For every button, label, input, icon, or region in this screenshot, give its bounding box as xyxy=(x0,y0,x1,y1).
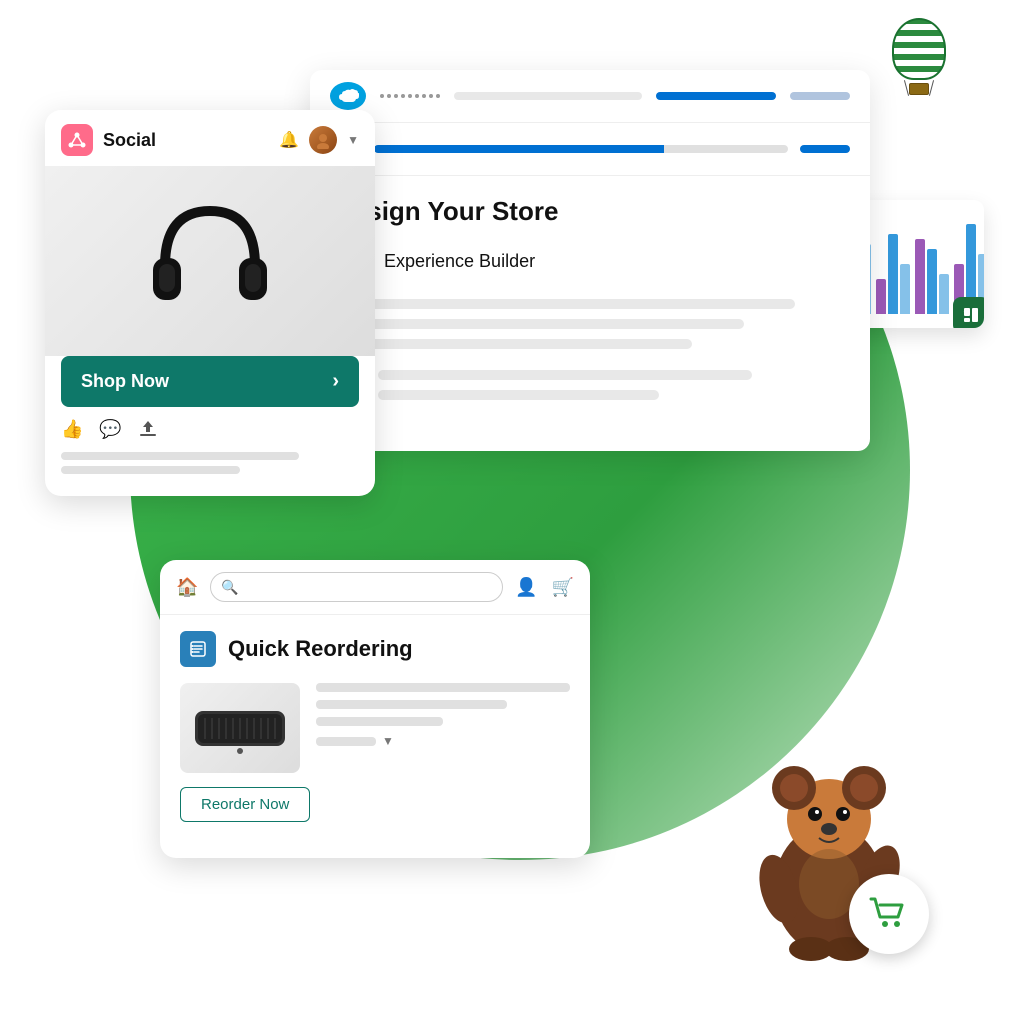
cart-icon[interactable]: 🛒 xyxy=(552,577,574,598)
design-your-store-title: Design Your Store xyxy=(334,196,846,227)
bar-light-blue xyxy=(939,274,949,314)
social-card-header: Social 🔔 ▼ xyxy=(45,110,375,166)
tab-highlight xyxy=(790,92,850,100)
balloon-rope-right xyxy=(929,80,934,96)
cart-badge xyxy=(849,874,929,954)
user-icon[interactable]: 👤 xyxy=(515,577,537,598)
content-line xyxy=(334,319,744,329)
shop-now-label: Shop Now xyxy=(81,371,169,392)
salesforce-cloud-icon xyxy=(330,82,366,110)
bell-icon[interactable]: 🔔 xyxy=(279,130,299,150)
shopping-cart-icon xyxy=(866,891,912,937)
content-line xyxy=(334,299,795,309)
avatar[interactable] xyxy=(309,126,337,154)
reorder-now-button[interactable]: Reorder Now xyxy=(180,787,310,822)
reorder-title: Quick Reordering xyxy=(228,636,413,662)
bar-blue xyxy=(888,234,898,314)
social-header-icons: 🔔 ▼ xyxy=(279,126,359,154)
product-line xyxy=(316,683,570,692)
content-lines xyxy=(334,299,846,349)
reorder-content: Quick Reordering xyxy=(160,615,590,838)
chart-feature-icon xyxy=(953,297,984,328)
chevron-down-icon[interactable]: ▼ xyxy=(347,133,359,147)
progress-bar xyxy=(374,145,788,153)
content-line xyxy=(378,390,659,400)
bar-group xyxy=(915,239,949,314)
social-text-lines xyxy=(45,444,375,474)
reorder-feature-icon xyxy=(180,631,216,667)
share-icon[interactable] xyxy=(138,419,158,444)
speaker-image xyxy=(180,683,300,773)
like-icon[interactable]: 👍 xyxy=(61,419,83,444)
product-info: ▼ xyxy=(316,683,570,748)
app-launcher-icon[interactable] xyxy=(380,94,440,98)
product-line xyxy=(316,717,443,726)
arrow-icon: › xyxy=(332,370,339,393)
experience-builder-label: Experience Builder xyxy=(384,251,535,272)
crm-search-bar[interactable] xyxy=(454,92,642,100)
content-line xyxy=(334,339,692,349)
balloon-basket xyxy=(909,83,929,95)
headphones-illustration xyxy=(135,186,285,336)
shop-now-button[interactable]: Shop Now › xyxy=(61,356,359,407)
social-actions: 👍 💬 xyxy=(45,407,375,444)
secondary-bar xyxy=(800,145,850,153)
bar-light-blue xyxy=(900,264,910,314)
balloon-decoration xyxy=(884,18,954,108)
bar-group xyxy=(876,234,910,314)
social-title: Social xyxy=(103,130,156,151)
crm-icon-row xyxy=(334,369,846,401)
bar-purple xyxy=(915,239,925,314)
active-tab-highlight xyxy=(656,92,776,100)
social-logo-icon xyxy=(61,124,93,156)
crm-content: Design Your Store Experience Builder xyxy=(310,176,870,421)
dropdown-indicator xyxy=(316,737,376,746)
dropdown-row: ▼ xyxy=(316,734,570,748)
crm-secondary-bar xyxy=(310,123,870,176)
bar-purple xyxy=(876,279,886,314)
home-icon[interactable]: 🏠 xyxy=(176,577,198,598)
search-bar[interactable]: 🔍 xyxy=(210,572,503,602)
product-image xyxy=(45,166,375,356)
crm-topbar xyxy=(310,70,870,123)
reorder-topbar: 🏠 🔍 👤 🛒 xyxy=(160,560,590,615)
crm-extra-lines xyxy=(378,370,846,400)
content-line xyxy=(378,370,752,380)
experience-builder-row[interactable]: Experience Builder xyxy=(334,243,846,279)
chevron-down-icon[interactable]: ▼ xyxy=(382,734,394,748)
product-line xyxy=(316,700,507,709)
balloon-body xyxy=(892,18,946,80)
reorder-product-row: ▼ xyxy=(180,683,570,773)
search-icon: 🔍 xyxy=(221,579,238,596)
comment-icon[interactable]: 💬 xyxy=(99,419,121,444)
reorder-card: 🏠 🔍 👤 🛒 Quick Reordering xyxy=(160,560,590,858)
text-line xyxy=(61,466,240,474)
text-line xyxy=(61,452,299,460)
crm-panel: Design Your Store Experience Builder xyxy=(310,70,870,451)
reorder-header-row: Quick Reordering xyxy=(180,631,570,667)
reorder-topbar-icons: 👤 🛒 xyxy=(515,577,574,598)
bar-blue xyxy=(927,249,937,314)
social-card: Social 🔔 ▼ Shop Now › xyxy=(45,110,375,496)
speaker-illustration xyxy=(190,696,290,761)
